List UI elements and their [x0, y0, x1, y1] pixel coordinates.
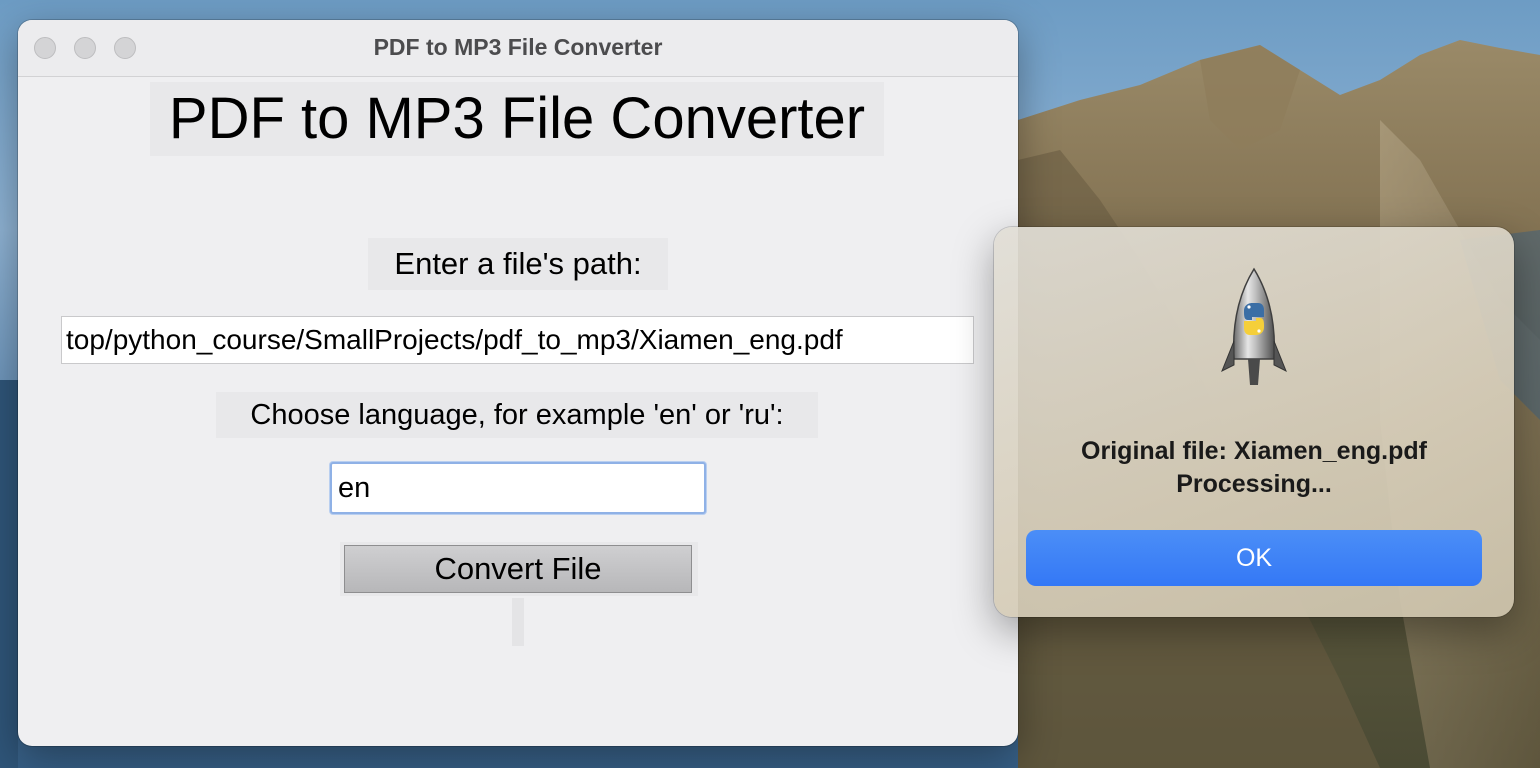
python-launcher-rocket-icon — [1221, 267, 1287, 385]
file-path-input[interactable] — [61, 316, 974, 364]
file-path-label: Enter a file's path: — [368, 238, 668, 290]
language-input[interactable] — [330, 462, 706, 514]
language-label: Choose language, for example 'en' or 'ru… — [216, 392, 818, 438]
convert-button-frame: Convert File — [340, 542, 698, 596]
ok-button[interactable]: OK — [1026, 530, 1482, 586]
alert-message: Original file: Xiamen_eng.pdf Processing… — [994, 435, 1514, 501]
alert-original-file-text: Original file: Xiamen_eng.pdf — [1081, 437, 1427, 465]
processing-alert-dialog: Original file: Xiamen_eng.pdf Processing… — [994, 227, 1514, 617]
window-titlebar[interactable]: PDF to MP3 File Converter — [18, 20, 1018, 77]
status-label-area — [512, 598, 524, 646]
main-window: PDF to MP3 File Converter PDF to MP3 Fil… — [18, 20, 1018, 746]
page-title: PDF to MP3 File Converter — [150, 82, 884, 156]
window-title: PDF to MP3 File Converter — [373, 34, 663, 60]
convert-file-button[interactable]: Convert File — [344, 545, 692, 593]
alert-processing-text: Processing... — [1176, 470, 1332, 498]
